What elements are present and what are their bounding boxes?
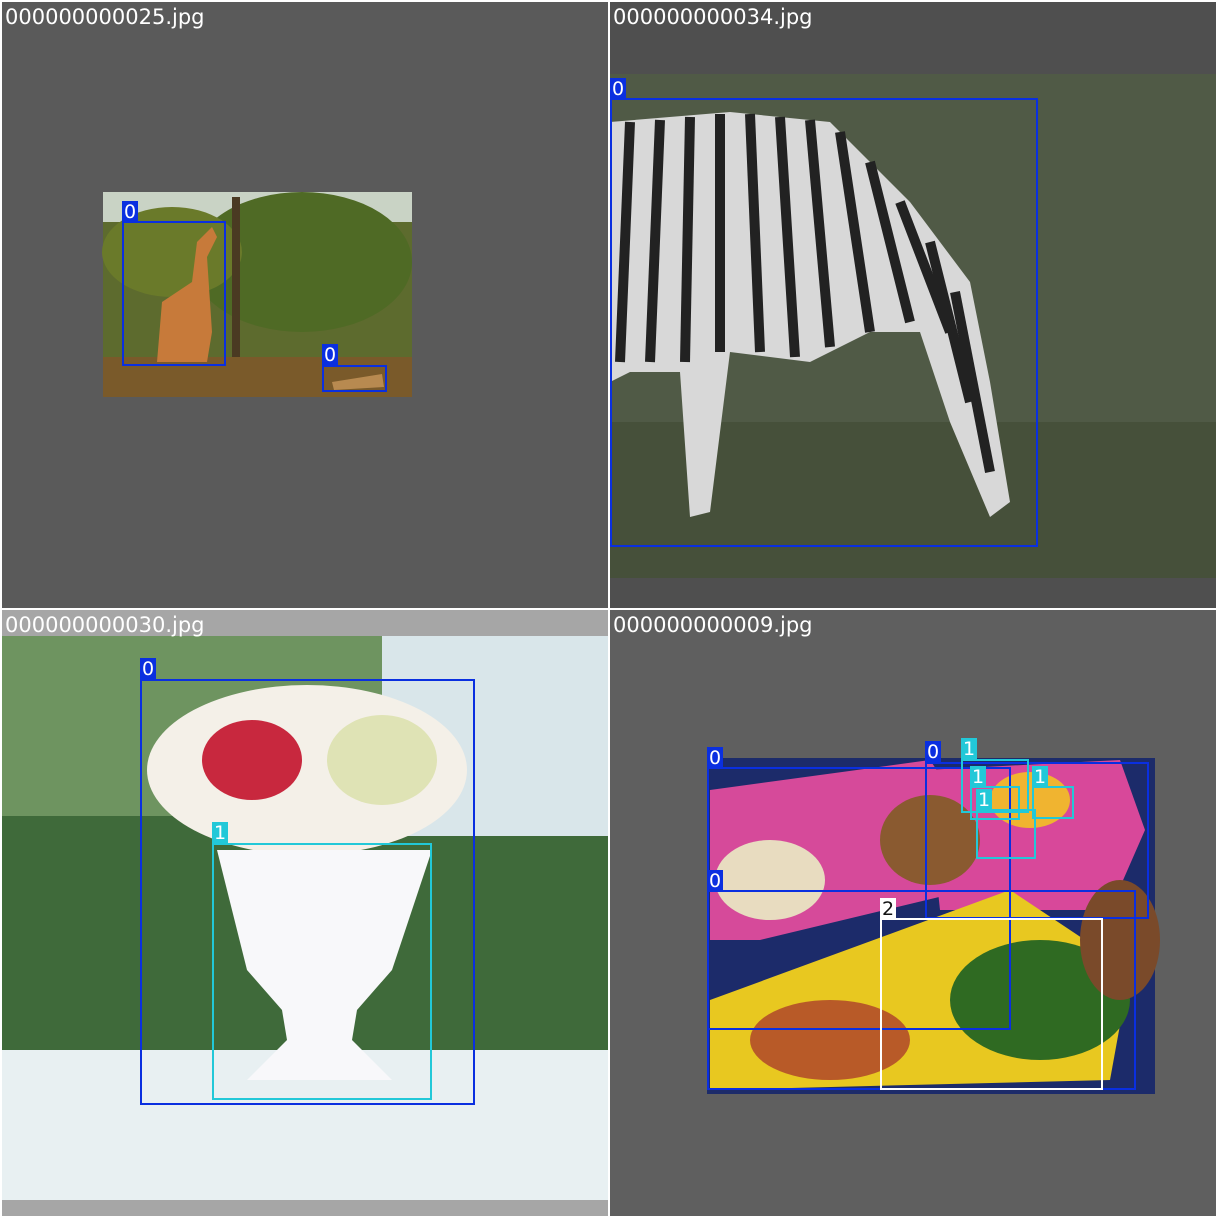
- bbox-class-0: [322, 365, 387, 392]
- bbox-label: 0: [925, 741, 942, 763]
- bbox-label: 0: [707, 870, 724, 892]
- image-filename: 000000000025.jpg: [5, 5, 205, 29]
- bbox-label: 0: [610, 78, 627, 100]
- image-filename: 000000000030.jpg: [5, 613, 205, 637]
- mosaic-tile-lunch: 000000000009.jpg 0 0 0 1 1 1 1 2: [610, 610, 1216, 1216]
- mosaic-tile-giraffe: 000000000025.jpg 0 0: [2, 2, 608, 608]
- image-filename: 000000000009.jpg: [613, 613, 813, 637]
- image-filename: 000000000034.jpg: [613, 5, 813, 29]
- bbox-label: 0: [707, 747, 724, 769]
- bbox-class-1: [1032, 786, 1074, 819]
- bbox-class-2: [880, 918, 1103, 1090]
- mosaic-tile-vase: 000000000030.jpg 0 1: [2, 610, 608, 1216]
- bbox-class-1: [212, 843, 432, 1100]
- bbox-label: 1: [212, 822, 229, 844]
- bbox-class-1: [976, 809, 1036, 859]
- bbox-label: 1: [961, 738, 978, 760]
- bbox-label: 1: [970, 766, 987, 788]
- bbox-label: 0: [322, 344, 339, 366]
- bbox-class-0: [122, 221, 226, 366]
- bbox-class-0: [610, 98, 1038, 547]
- bbox-label: 0: [140, 658, 157, 680]
- bbox-label: 0: [122, 201, 139, 223]
- mosaic-tile-zebra: 000000000034.jpg 0: [610, 2, 1216, 608]
- giraffe-photo: [102, 192, 412, 397]
- bbox-label: 1: [1032, 766, 1049, 788]
- bbox-label: 1: [976, 789, 993, 811]
- bbox-label: 2: [880, 898, 897, 920]
